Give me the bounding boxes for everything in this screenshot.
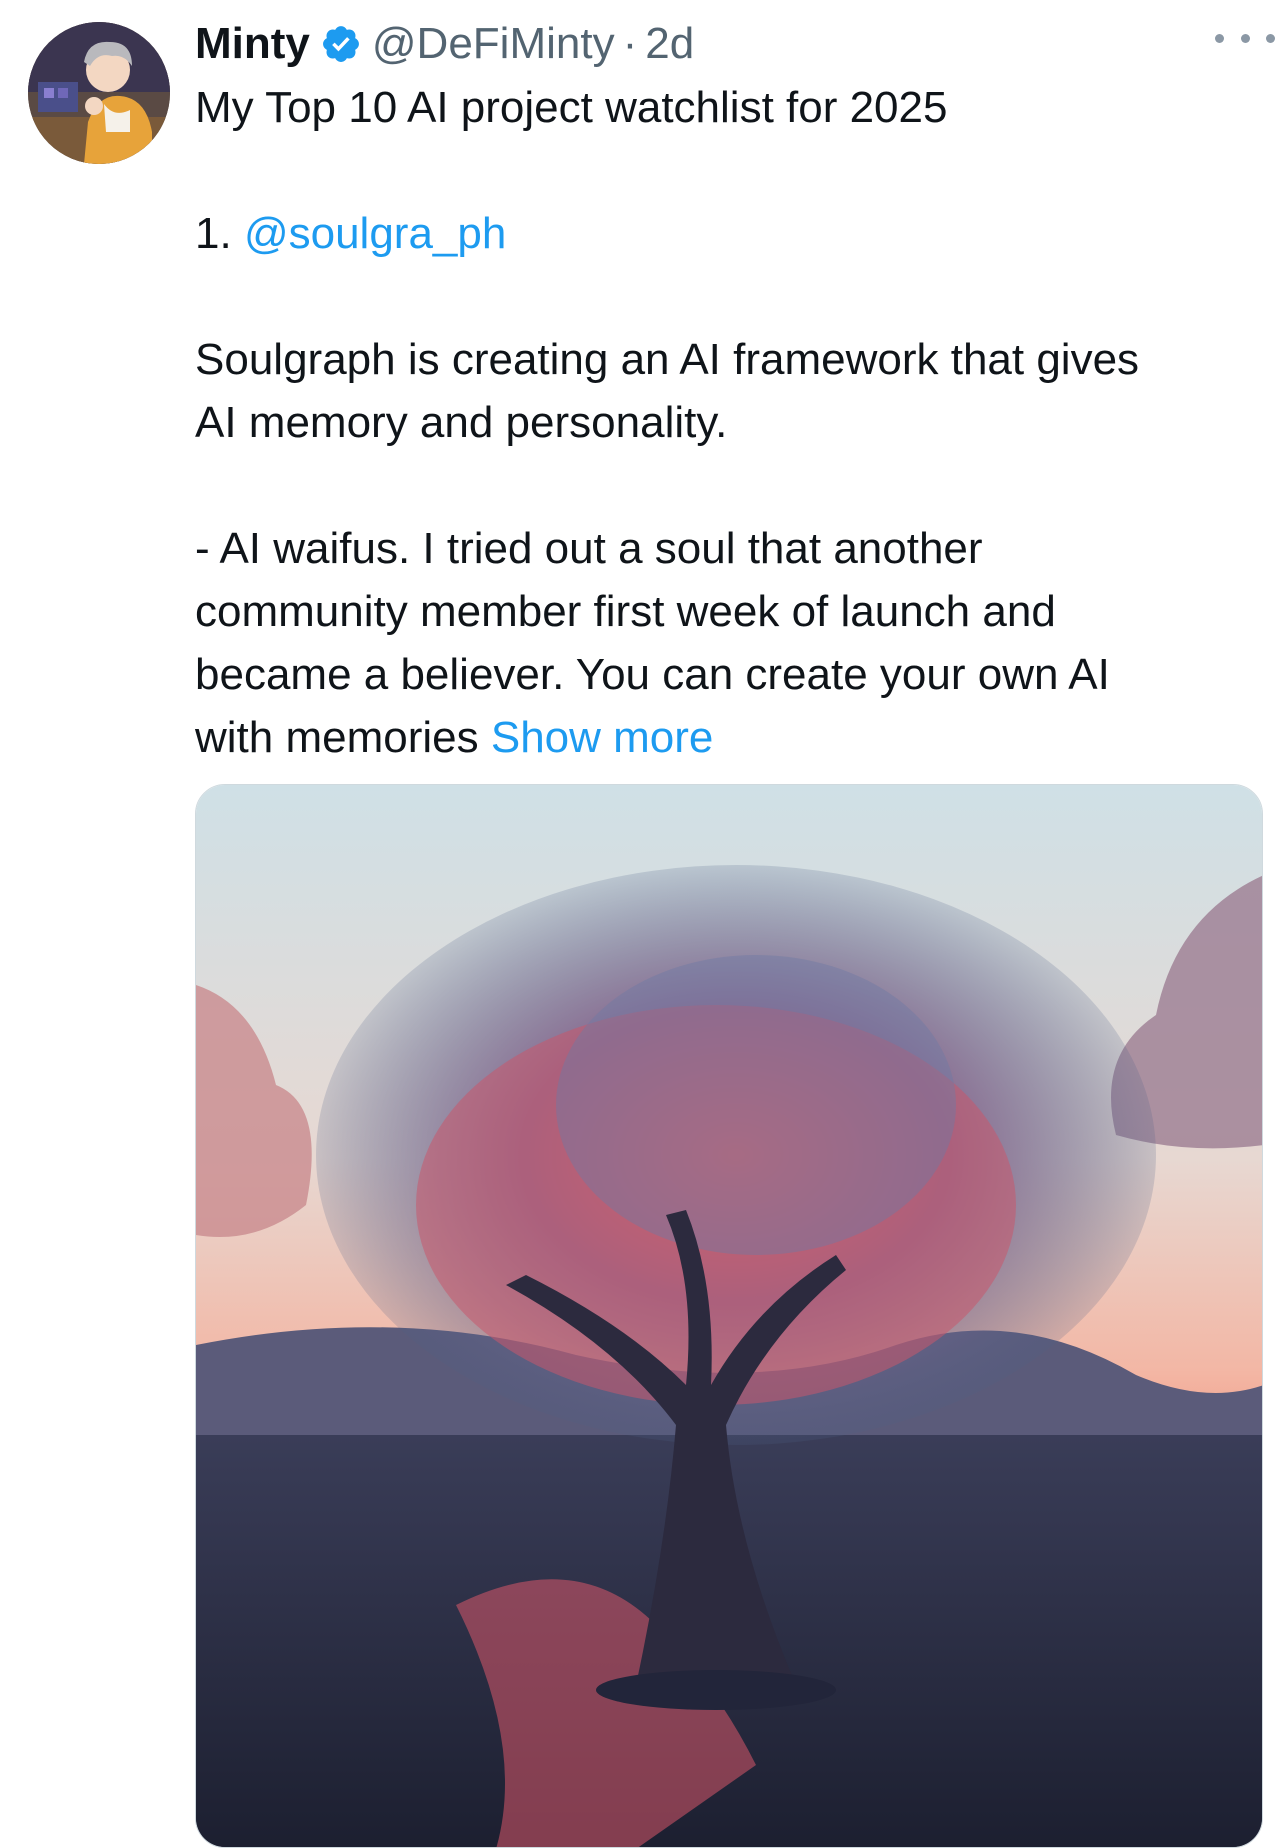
more-dot: [1266, 33, 1275, 43]
paragraph-line: community member first week of launch an…: [195, 587, 1056, 636]
author-handle[interactable]: @DeFiMinty: [372, 14, 615, 74]
paragraph-text: with memories: [195, 713, 479, 762]
more-horizontal-icon[interactable]: [1215, 18, 1275, 58]
mention-link[interactable]: @soulgra_ph: [244, 209, 506, 258]
tweet-media-image[interactable]: [195, 784, 1263, 1848]
tweet-header: Minty @DeFiMinty · 2d: [195, 14, 694, 74]
paragraph-line: Soulgraph is creating an AI framework th…: [195, 335, 1140, 384]
tweet-text: My Top 10 AI project watchlist for 2025 …: [195, 76, 1265, 769]
more-dot: [1215, 33, 1224, 43]
tree-artwork-image: [196, 785, 1262, 1847]
paragraph-line: became a believer. You can create your o…: [195, 650, 1110, 699]
avatar-illustration: [28, 22, 170, 164]
show-more-link[interactable]: Show more: [491, 713, 714, 762]
avatar[interactable]: [28, 22, 170, 164]
more-dot: [1240, 33, 1250, 43]
list-item-line: 1. @soulgra_ph: [195, 202, 1265, 265]
timestamp[interactable]: 2d: [645, 14, 694, 74]
tweet: Minty @DeFiMinty · 2d My Top 10 AI proje…: [0, 0, 1284, 1848]
paragraph-line: - AI waifus. I tried out a soul that ano…: [195, 524, 983, 573]
display-name[interactable]: Minty: [195, 14, 310, 74]
tweet-title-line: My Top 10 AI project watchlist for 2025: [195, 83, 948, 132]
paragraph-line: AI memory and personality.: [195, 398, 728, 447]
separator-dot: ·: [622, 19, 638, 68]
paragraph-line-last: with memories Show more: [195, 706, 1265, 769]
verified-badge-icon: [322, 26, 359, 62]
item-number: 1.: [195, 209, 232, 258]
